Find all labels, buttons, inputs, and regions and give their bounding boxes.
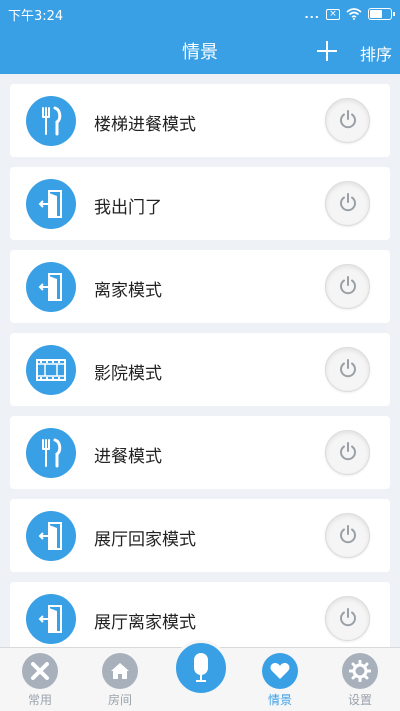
gear-icon [342, 653, 378, 689]
tab-label: 房间 [107, 693, 132, 707]
power-icon [338, 441, 358, 465]
scene-name: 楼梯进餐模式 [94, 115, 196, 135]
scene-name: 我出门了 [94, 198, 162, 218]
battery-icon [368, 8, 395, 20]
scene-card[interactable]: 我出门了 [10, 167, 390, 240]
power-icon [338, 192, 358, 216]
system-icons: ... × [304, 7, 395, 21]
scene-name: 展厅离家模式 [94, 613, 196, 633]
power-icon [338, 524, 358, 548]
power-icon [338, 109, 358, 133]
add-scene-button[interactable] [314, 36, 340, 66]
microphone-icon [194, 653, 208, 682]
scene-name: 进餐模式 [94, 447, 162, 467]
power-icon [338, 358, 358, 382]
bottom-tab-bar: 常用 房间 情景 设置 [0, 640, 400, 711]
door-icon [26, 594, 76, 644]
home-icon [102, 653, 138, 689]
film-icon [26, 345, 76, 395]
scene-card[interactable]: 展厅回家模式 [10, 499, 390, 572]
tab-heart[interactable]: 情景 [250, 653, 310, 708]
scene-name: 展厅回家模式 [94, 530, 196, 550]
tab-gear[interactable]: 设置 [330, 653, 390, 708]
more-dots-icon: ... [304, 7, 320, 21]
scene-card[interactable]: 进餐模式 [10, 416, 390, 489]
power-button[interactable] [325, 596, 370, 641]
dining-icon [26, 428, 76, 478]
app-header: 情景 排序 [0, 28, 400, 74]
status-bar: 下午3:24 ... × [0, 0, 400, 28]
wifi-icon [346, 8, 362, 20]
voice-button[interactable] [173, 640, 229, 696]
scene-card[interactable]: 楼梯进餐模式 [10, 84, 390, 157]
power-button[interactable] [325, 98, 370, 143]
power-button[interactable] [325, 347, 370, 392]
sim-icon: × [326, 8, 340, 20]
tab-label: 常用 [27, 693, 52, 707]
dining-icon [26, 96, 76, 146]
sort-button[interactable]: 排序 [360, 41, 392, 65]
scene-name: 离家模式 [94, 281, 162, 301]
tools-icon [22, 653, 58, 689]
power-button[interactable] [325, 181, 370, 226]
tab-tools[interactable]: 常用 [10, 653, 70, 708]
power-icon [338, 607, 358, 631]
tab-home[interactable]: 房间 [90, 653, 150, 708]
power-icon [338, 275, 358, 299]
tab-label: 设置 [347, 693, 372, 707]
scene-list: 楼梯进餐模式 我出门了离家模式影院模式进餐模式展厅回家模式 展厅离家模式 [10, 84, 390, 665]
door-icon [26, 179, 76, 229]
page-title: 情景 [182, 42, 218, 63]
heart-icon [262, 653, 298, 689]
door-icon [26, 262, 76, 312]
tab-label: 情景 [267, 693, 292, 707]
scene-name: 影院模式 [94, 364, 162, 384]
power-button[interactable] [325, 513, 370, 558]
status-time: 下午3:24 [8, 8, 64, 24]
door-icon [26, 511, 76, 561]
power-button[interactable] [325, 430, 370, 475]
scene-card[interactable]: 影院模式 [10, 333, 390, 406]
scene-card[interactable]: 离家模式 [10, 250, 390, 323]
power-button[interactable] [325, 264, 370, 309]
